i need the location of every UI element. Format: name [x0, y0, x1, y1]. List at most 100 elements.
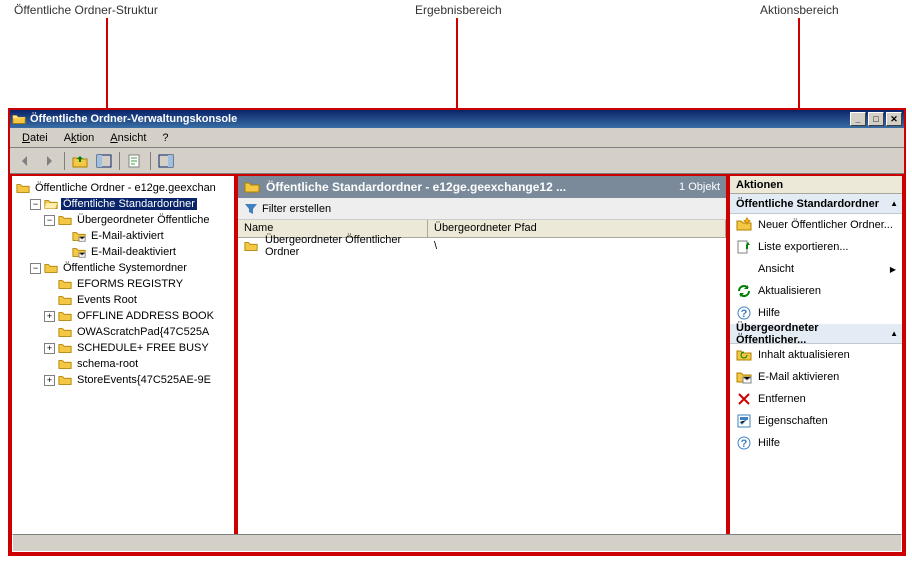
filter-label: Filter erstellen [262, 203, 331, 215]
folder-mail-icon [72, 229, 86, 243]
actions-section-std[interactable]: Öffentliche Standardordner ▲ [730, 194, 902, 214]
annotations-overlay: Öffentliche Ordner-Struktur Ergebnisbere… [0, 0, 912, 108]
menubar: Datei Aktion Ansicht ? [10, 128, 904, 148]
folder-icon [16, 181, 30, 195]
titlebar[interactable]: Öffentliche Ordner-Verwaltungskonsole _ … [10, 110, 904, 128]
show-hide-actions-button[interactable] [155, 150, 177, 172]
folder-icon [58, 277, 72, 291]
export-icon [736, 239, 752, 255]
anno-label-left: Öffentliche Ordner-Struktur [14, 3, 158, 17]
action-refresh[interactable]: Aktualisieren [730, 280, 902, 302]
action-mail-enable[interactable]: E-Mail aktivieren [730, 366, 902, 388]
tree-item-eforms[interactable]: EFORMS REGISTRY [16, 276, 234, 292]
folder-icon [58, 325, 72, 339]
tree-item-owa[interactable]: OWAScratchPad{47C525A [16, 324, 234, 340]
folder-icon [58, 213, 72, 227]
action-export[interactable]: Liste exportieren... [730, 236, 902, 258]
window-title: Öffentliche Ordner-Verwaltungskonsole [30, 113, 848, 125]
expand-icon[interactable]: + [44, 311, 55, 322]
folder-icon [58, 373, 72, 387]
expand-icon[interactable]: + [44, 343, 55, 354]
tree-item-schema[interactable]: schema-root [16, 356, 234, 372]
menu-action[interactable]: Aktion [56, 130, 103, 146]
action-new-folder[interactable]: Neuer Öffentlicher Ordner... [730, 214, 902, 236]
folder-icon [58, 357, 72, 371]
anno-label-right: Aktionsbereich [760, 3, 839, 17]
action-help2[interactable]: ? Hilfe [730, 432, 902, 454]
table-row[interactable]: Übergeordneter Öffentlicher Ordner \ [238, 238, 726, 254]
tree-item-std[interactable]: − Öffentliche Standardordner [16, 196, 234, 212]
action-properties[interactable]: Eigenschaften [730, 410, 902, 432]
remove-icon [736, 391, 752, 407]
separator-icon [119, 152, 120, 170]
client-area: Öffentliche Ordner - e12ge.geexchan − Öf… [10, 174, 904, 554]
action-view[interactable]: Ansicht ▶ [730, 258, 902, 280]
cell-path: \ [428, 240, 443, 252]
refresh-icon [736, 283, 752, 299]
collapse-icon[interactable]: ▲ [890, 199, 898, 208]
svg-text:?: ? [741, 438, 748, 450]
tree-item-sched[interactable]: + SCHEDULE+ FREE BUSY [16, 340, 234, 356]
collapse-icon[interactable]: − [44, 215, 55, 226]
maximize-button[interactable]: □ [868, 112, 884, 126]
menu-view[interactable]: Ansicht [102, 130, 154, 146]
folder-icon [58, 341, 72, 355]
folder-icon [12, 112, 26, 126]
tree-item-root[interactable]: Öffentliche Ordner - e12ge.geexchan [16, 180, 234, 196]
results-count: 1 Objekt [679, 181, 720, 193]
expand-icon[interactable]: + [44, 375, 55, 386]
show-hide-tree-button[interactable] [93, 150, 115, 172]
collapse-icon[interactable]: − [30, 199, 41, 210]
results-header-text: Öffentliche Standardordner - e12ge.geexc… [266, 180, 679, 194]
submenu-icon: ▶ [890, 265, 896, 274]
folder-open-icon [44, 197, 58, 211]
folder-icon [58, 293, 72, 307]
column-path[interactable]: Übergeordneter Pfad [428, 220, 726, 237]
actions-title: Aktionen [730, 176, 902, 194]
tree-item-mail-on[interactable]: E-Mail-aktiviert [16, 228, 234, 244]
forward-button[interactable] [38, 150, 60, 172]
anno-label-center: Ergebnisbereich [415, 3, 502, 17]
folder-icon [244, 179, 260, 195]
properties-button[interactable] [124, 150, 146, 172]
folder-new-icon [736, 217, 752, 233]
results-header: Öffentliche Standardordner - e12ge.geexc… [238, 176, 726, 198]
action-remove[interactable]: Entfernen [730, 388, 902, 410]
main-window: Öffentliche Ordner-Verwaltungskonsole _ … [8, 108, 906, 556]
tree-panel: Öffentliche Ordner - e12ge.geexchan − Öf… [10, 174, 236, 554]
menu-help[interactable]: ? [154, 130, 176, 146]
up-folder-button[interactable] [69, 150, 91, 172]
statusbar [12, 534, 902, 552]
back-button[interactable] [14, 150, 36, 172]
svg-text:?: ? [741, 308, 748, 320]
action-update-content[interactable]: Inhalt aktualisieren [730, 344, 902, 366]
actions-panel: Aktionen Öffentliche Standardordner ▲ Ne… [728, 174, 904, 554]
folder-tree[interactable]: Öffentliche Ordner - e12ge.geexchan − Öf… [12, 176, 234, 392]
help-icon: ? [736, 435, 752, 451]
update-content-icon [736, 347, 752, 363]
tree-item-events[interactable]: Events Root [16, 292, 234, 308]
properties-icon [736, 413, 752, 429]
folder-icon [44, 261, 58, 275]
tree-item-parent[interactable]: − Übergeordneter Öffentliche [16, 212, 234, 228]
folder-icon [244, 239, 258, 253]
folder-mail-icon [72, 245, 86, 259]
collapse-icon[interactable]: − [30, 263, 41, 274]
minimize-button[interactable]: _ [850, 112, 866, 126]
tree-item-sys[interactable]: − Öffentliche Systemordner [16, 260, 234, 276]
tree-item-oab[interactable]: + OFFLINE ADDRESS BOOK [16, 308, 234, 324]
results-panel: Öffentliche Standardordner - e12ge.geexc… [236, 174, 728, 554]
close-button[interactable]: ✕ [886, 112, 902, 126]
actions-section-parent[interactable]: Übergeordneter Öffentlicher... ▲ [730, 324, 902, 344]
filter-icon [244, 202, 258, 216]
filter-bar[interactable]: Filter erstellen [238, 198, 726, 220]
collapse-icon[interactable]: ▲ [890, 329, 898, 338]
tree-item-mail-off[interactable]: E-Mail-deaktiviert [16, 244, 234, 260]
separator-icon [150, 152, 151, 170]
help-icon: ? [736, 305, 752, 321]
menu-file[interactable]: Datei [14, 130, 56, 146]
tree-item-store[interactable]: + StoreEvents{47C525AE-9E [16, 372, 234, 388]
folder-icon [58, 309, 72, 323]
toolbar [10, 148, 904, 174]
cell-name: Übergeordneter Öffentlicher Ordner [238, 234, 428, 258]
